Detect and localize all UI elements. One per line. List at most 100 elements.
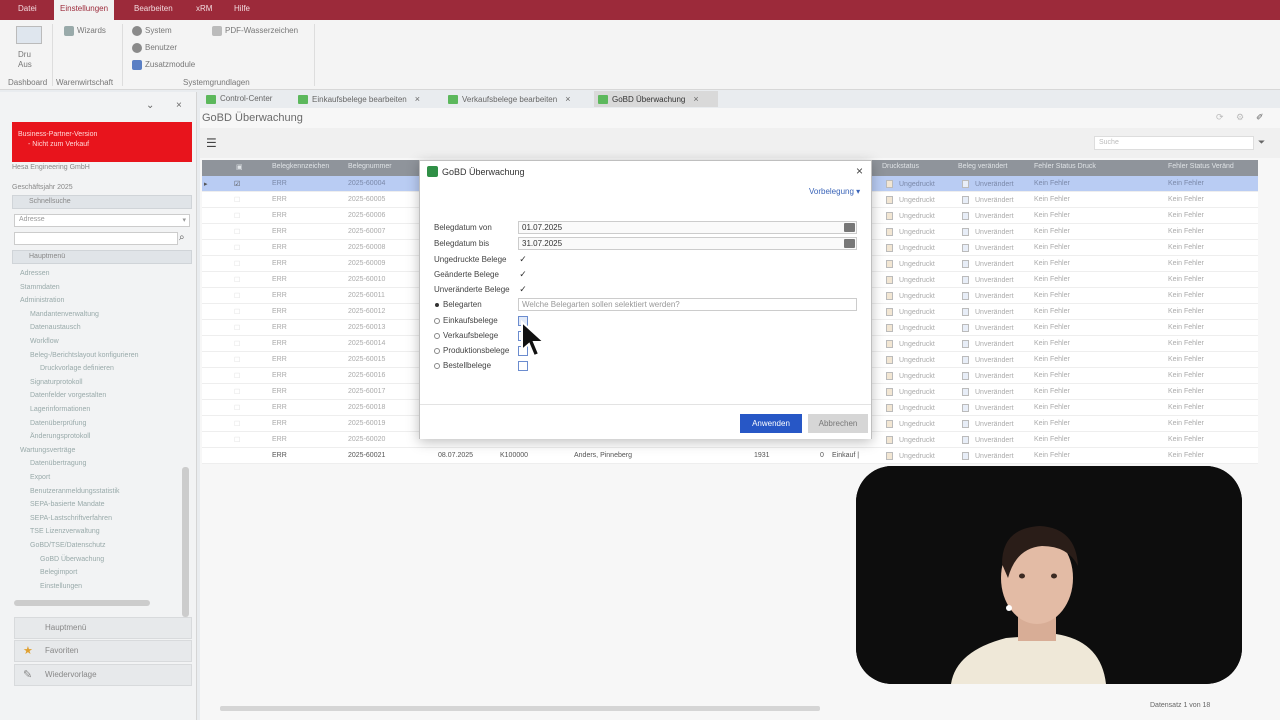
close-icon[interactable]: × — [415, 94, 420, 104]
menu-tab-datei[interactable]: Datei — [12, 0, 43, 20]
calendar-icon[interactable] — [844, 223, 855, 232]
apply-button[interactable]: Anwenden — [740, 414, 802, 433]
tree-item[interactable]: Datenübertragung — [30, 460, 86, 467]
calendar-icon[interactable] — [844, 239, 855, 248]
tree-item[interactable]: GoBD Überwachung — [40, 556, 104, 563]
tab-control-center[interactable]: Control-Center — [202, 91, 294, 107]
table-row[interactable]: ERR 2025-60021 08.07.2025 K100000 Anders… — [202, 448, 1258, 464]
close-icon[interactable]: × — [856, 164, 863, 178]
row-checkbox[interactable]: ☐ — [234, 260, 240, 268]
column-header[interactable]: Belegkennzeichen — [272, 163, 329, 170]
row-checkbox[interactable]: ☐ — [234, 228, 240, 236]
tree-item[interactable]: GoBD/TSE/Datenschutz — [30, 542, 105, 549]
grid-select-all[interactable]: ▣ — [236, 163, 243, 171]
tree-item[interactable]: Stammdaten — [20, 284, 60, 291]
refresh-icon[interactable]: ⟳ — [1216, 112, 1224, 123]
tree-item[interactable]: Adressen — [20, 270, 50, 277]
row-checkbox[interactable]: ☐ — [234, 196, 240, 204]
monitor-icon[interactable] — [16, 26, 42, 44]
chevron-down-icon[interactable]: ⌄ — [146, 100, 154, 111]
tab-verkaufsbelege[interactable]: Verkaufsbelege bearbeiten × — [444, 91, 592, 107]
tree-item[interactable]: Einstellungen — [40, 583, 82, 590]
einkaufsbelege-radio[interactable]: Einkaufsbelege — [434, 316, 498, 325]
hamburger-menu-icon[interactable]: ☰ — [206, 136, 217, 150]
geaenderte-checkbox[interactable]: ✓ — [518, 269, 528, 279]
ribbon-wizards[interactable]: Wizards — [64, 26, 106, 36]
unveraenderte-checkbox[interactable]: ✓ — [518, 284, 528, 294]
row-checkbox[interactable]: ☐ — [234, 388, 240, 396]
row-checkbox[interactable]: ☐ — [234, 324, 240, 332]
column-header[interactable]: Fehler Status Veränd — [1168, 163, 1234, 170]
tree-item[interactable]: Beleg-/Berichtslayout konfigurieren — [30, 352, 139, 359]
ribbon-system[interactable]: System — [132, 26, 172, 36]
menu-tab-einstellungen[interactable]: Einstellungen — [54, 0, 115, 20]
menu-tab-bearbeiten[interactable]: Bearbeiten — [128, 0, 179, 20]
tree-item[interactable]: Datenüberprüfung — [30, 420, 86, 427]
close-icon[interactable]: × — [693, 94, 698, 104]
tree-item[interactable]: Änderungsprotokoll — [30, 433, 90, 440]
filter-icon[interactable]: ⏷ — [1258, 137, 1265, 148]
hauptmenue-header[interactable]: Hauptmenü — [12, 250, 192, 264]
grid-hscrollbar[interactable] — [220, 706, 820, 711]
tree-item[interactable]: SEPA-basierte Mandate — [30, 501, 105, 508]
row-checkbox[interactable]: ☐ — [234, 356, 240, 364]
row-checkbox[interactable]: ☐ — [234, 404, 240, 412]
column-header[interactable]: Belegnummer — [348, 163, 392, 170]
tab-gobd-ueberwachung[interactable]: GoBD Überwachung × — [594, 91, 718, 107]
tree-item[interactable]: Mandantenverwaltung — [30, 311, 99, 318]
tree-item[interactable]: Lagerinformationen — [30, 406, 90, 413]
pin-icon[interactable]: ✐ — [1256, 112, 1264, 123]
tree-item[interactable]: Wartungsverträge — [20, 447, 75, 454]
cancel-button[interactable]: Abbrechen — [808, 414, 868, 433]
tree-item[interactable]: Administration — [20, 297, 64, 304]
tree-item[interactable]: SEPA-Lastschriftverfahren — [30, 515, 112, 522]
tab-einkaufsbelege[interactable]: Einkaufsbelege bearbeiten × — [294, 91, 440, 107]
ribbon-zusatzmodule[interactable]: Zusatzmodule — [132, 60, 195, 70]
row-checkbox[interactable]: ☐ — [234, 420, 240, 428]
row-checkbox[interactable]: ☐ — [234, 340, 240, 348]
tree-scrollbar[interactable] — [182, 467, 189, 617]
produktionsbelege-radio[interactable]: Produktionsbelege — [434, 346, 509, 355]
menu-tab-hilfe[interactable]: Hilfe — [228, 0, 256, 20]
tree-item[interactable]: Signaturprotokoll — [30, 379, 83, 386]
ribbon-aktualisieren[interactable]: Dru Aus — [18, 50, 42, 70]
belegdatum-von-field[interactable]: 01.07.2025 — [518, 221, 857, 234]
belegdatum-bis-field[interactable]: 31.07.2025 — [518, 237, 857, 250]
row-checkbox[interactable]: ☐ — [234, 292, 240, 300]
tree-item[interactable]: Export — [30, 474, 50, 481]
schnellsuche-select[interactable]: Adresse ▾ — [14, 214, 190, 227]
ribbon-benutzer[interactable]: Benutzer — [132, 43, 177, 53]
schnellsuche-header[interactable]: Schnellsuche — [12, 195, 192, 209]
verkaufsbelege-radio[interactable]: Verkaufsbelege — [434, 331, 498, 340]
row-checkbox[interactable]: ☐ — [234, 276, 240, 284]
column-header[interactable]: Beleg verändert — [958, 163, 1007, 170]
column-header[interactable]: Druckstatus — [882, 163, 919, 170]
tree-item[interactable]: Workflow — [30, 338, 59, 345]
row-checkbox[interactable]: ☐ — [234, 308, 240, 316]
close-icon[interactable]: × — [176, 100, 182, 111]
tree-item[interactable]: Belegimport — [40, 569, 77, 576]
belegarten-input[interactable]: Welche Belegarten sollen selektiert werd… — [518, 298, 857, 311]
tree-item[interactable]: TSE Lizenzverwaltung — [30, 528, 100, 535]
search-icon[interactable]: ⌕ — [179, 232, 185, 243]
filter-input[interactable]: Suche — [1094, 136, 1254, 150]
column-header[interactable]: Fehler Status Druck — [1034, 163, 1096, 170]
menu-tab-xrm[interactable]: xRM — [190, 0, 218, 20]
row-checkbox[interactable]: ☑ — [234, 180, 240, 188]
belegarten-radio[interactable]: Belegarten — [434, 300, 482, 309]
settings-icon[interactable]: ⚙ — [1236, 112, 1244, 123]
row-checkbox[interactable]: ☐ — [234, 212, 240, 220]
footer-favoriten[interactable]: ★ Favoriten — [14, 640, 192, 662]
bestellbelege-radio[interactable]: Bestellbelege — [434, 361, 491, 370]
tree-item[interactable]: Druckvorlage definieren — [40, 365, 114, 372]
bestellbelege-checkbox[interactable] — [518, 361, 528, 371]
footer-wiedervorlage[interactable]: ✎ Wiedervorlage — [14, 664, 192, 686]
ribbon-pdf[interactable]: PDF-Wasserzeichen — [212, 26, 298, 36]
tree-item[interactable]: Datenaustausch — [30, 324, 81, 331]
row-checkbox[interactable]: ☐ — [234, 244, 240, 252]
tree-hscrollbar[interactable] — [14, 600, 150, 606]
footer-hauptmenue[interactable]: Hauptmenü — [14, 617, 192, 639]
tree-item[interactable]: Datenfelder vorgestalten — [30, 392, 106, 399]
tree-item[interactable]: Benutzeranmeldungsstatistik — [30, 488, 120, 495]
row-checkbox[interactable]: ☐ — [234, 372, 240, 380]
